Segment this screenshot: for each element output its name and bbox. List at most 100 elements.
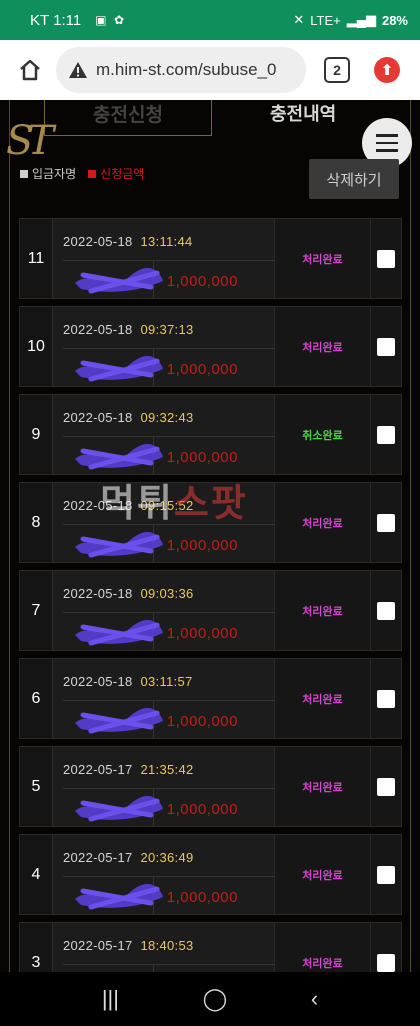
row-checkbox[interactable] — [370, 483, 401, 562]
row-checkbox[interactable] — [370, 923, 401, 972]
row-number: 3 — [20, 923, 52, 972]
row-number: 10 — [20, 307, 52, 386]
row-checkbox[interactable] — [370, 747, 401, 826]
address-bar[interactable]: m.him-st.com/subuse_0 — [56, 47, 306, 93]
row-checkbox[interactable] — [370, 659, 401, 738]
notification-icons: ▣ ✿ — [95, 13, 126, 27]
row-info: 2022-05-18 13:11:44 1,000,000 — [52, 219, 274, 298]
row-amount: 1,000,000 — [166, 361, 238, 378]
history-row: 6 2022-05-18 03:11:57 1,000,000 처리완료 — [19, 658, 402, 739]
delete-button[interactable]: 삭제하기 — [309, 159, 399, 199]
row-number: 11 — [20, 219, 52, 298]
row-date: 2022-05-18 — [63, 234, 133, 249]
redacted-name-scribble — [75, 796, 163, 822]
history-row: 9 2022-05-18 09:32:43 1,000,000 취소완료 — [19, 394, 402, 475]
row-checkbox[interactable] — [370, 219, 401, 298]
clock: 1:11 — [53, 11, 82, 29]
row-status: 처리완료 — [274, 219, 370, 298]
row-checkbox[interactable] — [370, 835, 401, 914]
row-amount: 1,000,000 — [166, 625, 238, 642]
row-time: 18:40:53 — [140, 938, 194, 953]
row-time: 21:35:42 — [140, 762, 194, 777]
row-datetime: 2022-05-18 09:37:13 — [63, 322, 194, 337]
row-checkbox[interactable] — [370, 571, 401, 650]
redacted-name-scribble — [75, 356, 163, 382]
home-button[interactable] — [10, 50, 50, 90]
checkbox-icon — [377, 865, 395, 884]
checkbox-icon — [377, 337, 395, 356]
history-row: 4 2022-05-17 20:36:49 1,000,000 처리완료 — [19, 834, 402, 915]
redacted-name-scribble — [75, 444, 163, 470]
row-datetime: 2022-05-18 09:32:43 — [63, 410, 194, 425]
row-datetime: 2022-05-17 18:40:53 — [63, 938, 194, 953]
row-date: 2022-05-18 — [63, 322, 133, 337]
row-status: 처리완료 — [274, 747, 370, 826]
checkbox-icon — [377, 425, 395, 444]
row-amount: 1,000,000 — [166, 273, 238, 290]
watermark: 먹튀스팟 — [100, 483, 248, 525]
row-amount: 1,000,000 — [166, 889, 238, 906]
recent-apps-button[interactable]: ||| — [102, 986, 119, 1012]
history-row: 11 2022-05-18 13:11:44 1,000,000 처리완료 — [19, 218, 402, 299]
row-checkbox[interactable] — [370, 395, 401, 474]
row-checkbox[interactable] — [370, 307, 401, 386]
row-time: 09:03:36 — [140, 586, 194, 601]
tab-switcher-button[interactable]: 2 — [324, 57, 350, 83]
page-content: 충전신청 충전내역 ST 입금자명 신청금액 삭제하기 11 2022-05-1… — [0, 100, 420, 972]
checkbox-icon — [377, 513, 395, 532]
home-icon — [20, 59, 40, 81]
row-info: 2022-05-17 21:35:42 1,000,000 — [52, 747, 274, 826]
row-info: 2022-05-18 09:32:43 1,000,000 — [52, 395, 274, 474]
row-number: 7 — [20, 571, 52, 650]
mute-icon: ✕ — [293, 12, 305, 27]
row-datetime: 2022-05-18 03:11:57 — [63, 674, 193, 689]
row-date: 2022-05-17 — [63, 938, 133, 953]
row-date: 2022-05-17 — [63, 850, 133, 865]
carrier-label: KT — [30, 11, 50, 29]
history-row: 7 2022-05-18 09:03:36 1,000,000 처리완료 — [19, 570, 402, 651]
history-list: 11 2022-05-18 13:11:44 1,000,000 처리완료 10 … — [19, 218, 402, 972]
checkbox-icon — [377, 689, 395, 708]
home-nav-button[interactable]: ◯ — [203, 986, 228, 1012]
checkbox-icon — [377, 249, 395, 268]
row-status: 처리완료 — [274, 923, 370, 972]
status-bar: KT 1:11 ▣ ✿ ✕ LTE+ ▂▄▆ 28% — [0, 0, 420, 40]
url-text: m.him-st.com/subuse_0 — [96, 60, 277, 79]
tab-charge-history[interactable]: 충전내역 — [270, 100, 336, 126]
update-button[interactable]: ⬆ — [374, 57, 400, 83]
warning-icon — [69, 62, 87, 78]
signal-icon: ▂▄▆ — [346, 12, 376, 27]
right-border — [410, 100, 411, 972]
row-time: 13:11:44 — [140, 234, 193, 249]
row-status: 처리완료 — [274, 483, 370, 562]
redacted-name-scribble — [75, 708, 163, 734]
row-amount: 1,000,000 — [166, 801, 238, 818]
history-row: 10 2022-05-18 09:37:13 1,000,000 처리완료 — [19, 306, 402, 387]
redacted-name-scribble — [75, 620, 163, 646]
row-info: 2022-05-18 09:03:36 1,000,000 — [52, 571, 274, 650]
row-status: 처리완료 — [274, 307, 370, 386]
site-logo: ST — [6, 118, 54, 164]
legend: 입금자명 신청금액 — [20, 165, 144, 182]
row-info: 2022-05-18 09:37:13 1,000,000 — [52, 307, 274, 386]
row-number: 8 — [20, 483, 52, 562]
row-time: 03:11:57 — [140, 674, 193, 689]
row-date: 2022-05-17 — [63, 762, 133, 777]
history-row: 5 2022-05-17 21:35:42 1,000,000 처리완료 — [19, 746, 402, 827]
row-date: 2022-05-18 — [63, 674, 133, 689]
row-datetime: 2022-05-18 13:11:44 — [63, 234, 193, 249]
row-number: 6 — [20, 659, 52, 738]
redacted-name-scribble — [75, 532, 163, 558]
row-status: 처리완료 — [274, 571, 370, 650]
legend-name: 입금자명 — [20, 165, 76, 182]
battery-percent: 28% — [381, 12, 408, 28]
checkbox-icon — [377, 777, 395, 796]
row-status: 처리완료 — [274, 659, 370, 738]
history-row: 3 2022-05-17 18:40:53 처리완료 — [19, 922, 402, 972]
browser-toolbar: m.him-st.com/subuse_0 2 ⬆ — [0, 40, 420, 100]
row-time: 09:32:43 — [140, 410, 194, 425]
row-status: 취소완료 — [274, 395, 370, 474]
back-button[interactable]: ‹ — [311, 986, 318, 1012]
left-border — [9, 100, 10, 972]
row-info: 2022-05-18 03:11:57 1,000,000 — [52, 659, 274, 738]
